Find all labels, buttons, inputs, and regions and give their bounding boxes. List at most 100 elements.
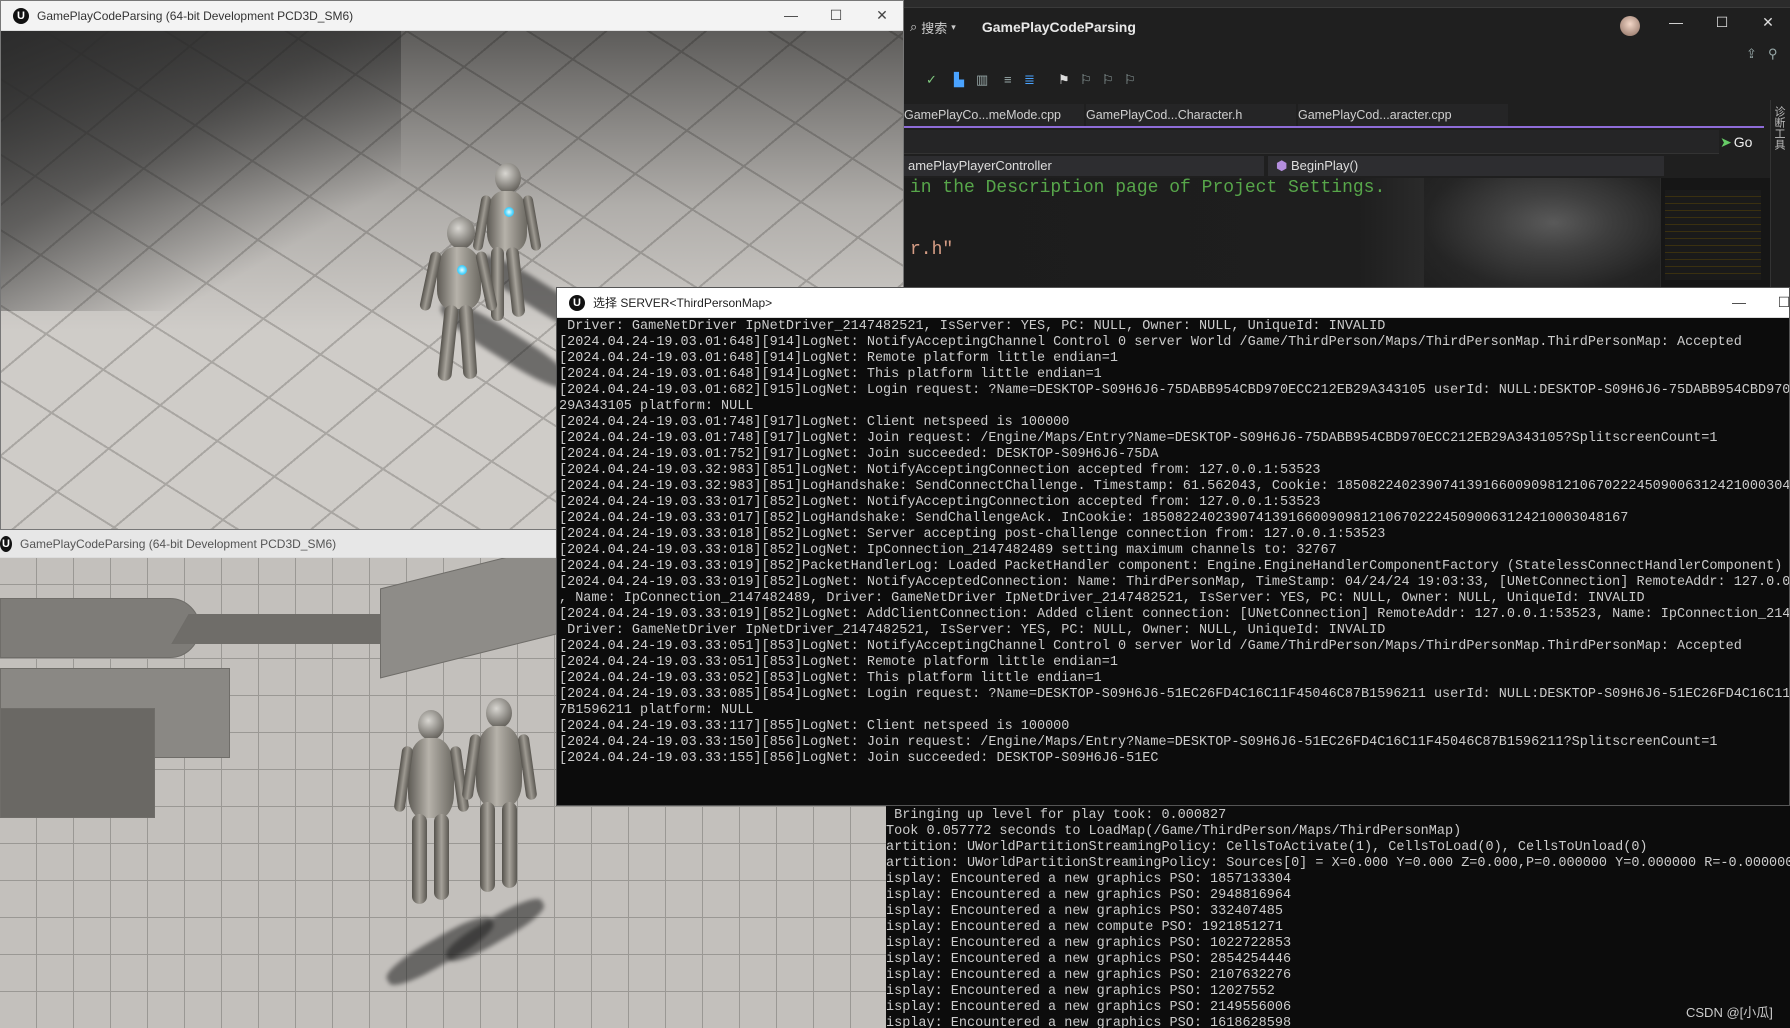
editor-background-image — [1424, 178, 1660, 290]
server-log-line: [2024.04.24-19.03.33:018][852]LogNet: Ip… — [559, 543, 1337, 558]
scene-shadow-area — [1, 31, 401, 311]
unreal-logo-icon: U — [13, 7, 29, 24]
vs-titlebar: ⌕ 搜索 ▾ GamePlayCodeParsing — [904, 8, 1790, 46]
client-log-line: isplay: Encountered a new graphics PSO: … — [886, 904, 1283, 919]
vs-toolbar: ✓ ▙ ▥ ≡ ≣ ⚑ ⚐ ⚐ ⚐ ⇪ ⚲ — [904, 46, 1790, 106]
server-log-line: [2024.04.24-19.03.33:150][856]LogNet: Jo… — [559, 735, 1718, 750]
unreal-logo-icon: U — [569, 294, 585, 311]
comment-icon[interactable]: ≡ — [1004, 72, 1012, 87]
server-maximize-button[interactable]: ☐ — [1769, 294, 1789, 311]
server-log-line: [2024.04.24-19.03.33:117][855]LogNet: Cl… — [559, 719, 1070, 734]
vs-go-label: Go — [1733, 134, 1753, 150]
share-icon[interactable]: ⇪ — [1746, 46, 1757, 62]
scene-ramp — [380, 558, 560, 679]
code-include-line: r.h" — [910, 240, 954, 260]
server-console-title: 选择 SERVER<ThirdPersonMap> — [593, 296, 773, 310]
client-log-line: Took 0.057772 seconds to LoadMap(/Game/T… — [886, 824, 1462, 839]
unreal-logo-icon: U — [0, 535, 12, 552]
scene-ramp — [171, 614, 399, 644]
client-log-line: isplay: Encountered a new graphics PSO: … — [886, 1000, 1292, 1015]
server-log-line: [2024.04.24-19.03.33:017][852]LogNet: No… — [559, 495, 1321, 510]
vs-diagnostic-tools-tab[interactable]: 诊断工具 — [1770, 100, 1790, 290]
vs-maximize-button[interactable]: ☐ — [1707, 14, 1737, 31]
next-bookmark-icon[interactable]: ⚐ — [1102, 72, 1114, 88]
scope-label: amePlayPlayerController — [908, 158, 1052, 173]
vs-close-button[interactable]: ✕ — [1753, 14, 1783, 31]
function-cube-icon: ⬢ — [1276, 158, 1291, 173]
vs-code-editor[interactable]: in the Description page of Project Setti… — [904, 178, 1660, 290]
server-log-line: 7B1596211 platform: NULL — [559, 703, 754, 718]
server-log-line: [2024.04.24-19.03.33:051][853]LogNet: No… — [559, 639, 1742, 654]
server-log-line: [2024.04.24-19.03.01:648][914]LogNet: No… — [559, 335, 1742, 350]
client-log-line: Bringing up level for play took: 0.00082… — [886, 808, 1227, 823]
server-log-line: 29A343105 platform: NULL — [559, 399, 754, 414]
bookmark-icon[interactable]: ⚑ — [1058, 72, 1070, 88]
game-window-top-titlebar: U GamePlayCodeParsing (64-bit Developmen… — [1, 1, 903, 31]
game-window-bottom-title: GamePlayCodeParsing (64-bit Development … — [20, 536, 337, 551]
visual-studio-window: ⌕ 搜索 ▾ GamePlayCodeParsing — ☐ ✕ ✓ ▙ ▥ ≡… — [904, 0, 1790, 290]
vs-navigation-bar[interactable] — [904, 130, 1719, 154]
server-log-line: [2024.04.24-19.03.01:748][917]LogNet: Cl… — [559, 415, 1070, 430]
avatar[interactable] — [1620, 16, 1640, 36]
vs-solution-title: GamePlayCodeParsing — [981, 19, 1136, 35]
indent-icon[interactable]: ▙ — [954, 72, 964, 88]
code-comment-line: in the Description page of Project Setti… — [910, 178, 1386, 198]
server-log-line: [2024.04.24-19.03.33:019][852]LogNet: Ad… — [559, 607, 1790, 622]
server-log-line: [2024.04.24-19.03.33:019][852]LogNet: No… — [559, 575, 1790, 590]
minimize-button[interactable]: — — [776, 7, 806, 23]
uncomment-icon[interactable]: ≣ — [1024, 72, 1035, 88]
vs-go-button[interactable]: ➤ Go — [1720, 130, 1752, 154]
server-log-line: [2024.04.24-19.03.01:648][914]LogNet: Th… — [559, 367, 1102, 382]
server-minimize-button[interactable]: — — [1724, 294, 1754, 310]
scene-dark-floor — [0, 708, 155, 818]
prev-bookmark-icon[interactable]: ⚐ — [1080, 72, 1092, 88]
diagnostic-tools-label: 诊断工具 — [1773, 106, 1785, 150]
server-console-window[interactable]: U 选择 SERVER<ThirdPersonMap> — ☐ Driver: … — [556, 287, 1790, 806]
client-log-line: isplay: Encountered a new graphics PSO: … — [886, 968, 1292, 983]
server-log-line: [2024.04.24-19.03.01:682][915]LogNet: Lo… — [559, 383, 1790, 398]
server-log-line: [2024.04.24-19.03.32:983][851]LogNet: No… — [559, 463, 1321, 478]
tab-character-cpp[interactable]: GamePlayCod...aracter.cpp — [1298, 104, 1508, 126]
client-log-line: isplay: Encountered a new compute PSO: 1… — [886, 920, 1283, 935]
server-log-output[interactable]: Driver: GameNetDriver IpNetDriver_214748… — [559, 319, 1790, 805]
chevron-down-icon: ▾ — [951, 21, 956, 32]
client-log-line: isplay: Encountered a new graphics PSO: … — [886, 1016, 1292, 1028]
client-log-line: isplay: Encountered a new graphics PSO: … — [886, 984, 1275, 999]
watermark: CSDN @[小瓜] — [1686, 1005, 1773, 1020]
client-log-line: isplay: Encountered a new graphics PSO: … — [886, 952, 1292, 967]
client-log-line: artition: UWorldPartitionStreamingPolicy… — [886, 840, 1648, 855]
server-log-line: [2024.04.24-19.03.01:648][914]LogNet: Re… — [559, 351, 1118, 366]
spellcheck-icon[interactable]: ✓ — [926, 72, 937, 88]
scene-platform — [0, 598, 200, 658]
server-log-line: [2024.04.24-19.03.01:752][917]LogNet: Jo… — [559, 447, 1159, 462]
client-log-line: isplay: Encountered a new graphics PSO: … — [886, 888, 1292, 903]
server-log-line: , Name: IpConnection_2147482489, Driver:… — [559, 591, 1645, 606]
vs-minimap[interactable] — [1660, 178, 1770, 290]
function-label: BeginPlay() — [1290, 158, 1359, 173]
close-button[interactable]: ✕ — [867, 7, 897, 24]
server-log-line: [2024.04.24-19.03.01:748][917]LogNet: Jo… — [559, 431, 1718, 446]
client-log-line: isplay: Encountered a new graphics PSO: … — [886, 872, 1292, 887]
clear-bookmark-icon[interactable]: ⚐ — [1124, 72, 1136, 88]
server-log-line: [2024.04.24-19.03.33:155][856]LogNet: Jo… — [559, 751, 1159, 766]
vs-search[interactable]: ⌕ 搜索 ▾ — [910, 18, 956, 37]
server-log-line: [2024.04.24-19.03.33:017][852]LogHandsha… — [559, 511, 1629, 526]
vs-function-dropdown[interactable]: ⬢ BeginPlay() — [1268, 156, 1664, 176]
maximize-button[interactable]: ☐ — [821, 7, 851, 24]
game-window-top-title: GamePlayCodeParsing (64-bit Development … — [37, 8, 354, 23]
tab-gamemode-cpp[interactable]: GamePlayCo...meMode.cpp — [904, 104, 1084, 126]
client-log-line: artition: UWorldPartitionStreamingPolicy… — [886, 856, 1790, 871]
vs-search-label: 搜索 — [921, 20, 948, 36]
vs-minimize-button[interactable]: — — [1661, 14, 1691, 30]
go-arrow-icon: ➤ — [1720, 133, 1732, 150]
vs-scope-dropdown[interactable]: amePlayPlayerController — [904, 156, 1264, 176]
feedback-icon[interactable]: ⚲ — [1768, 46, 1778, 62]
server-log-line: Driver: GameNetDriver IpNetDriver_214748… — [559, 319, 1386, 334]
outdent-icon[interactable]: ▥ — [976, 72, 988, 88]
server-log-line: [2024.04.24-19.03.33:052][853]LogNet: Th… — [559, 671, 1102, 686]
desktop-strip — [904, 0, 1790, 8]
server-log-line: [2024.04.24-19.03.32:983][851]LogHandsha… — [559, 479, 1790, 494]
tab-character-h[interactable]: GamePlayCod...Character.h — [1086, 104, 1296, 126]
server-log-line: Driver: GameNetDriver IpNetDriver_214748… — [559, 623, 1386, 638]
server-log-line: [2024.04.24-19.03.33:051][853]LogNet: Re… — [559, 655, 1118, 670]
